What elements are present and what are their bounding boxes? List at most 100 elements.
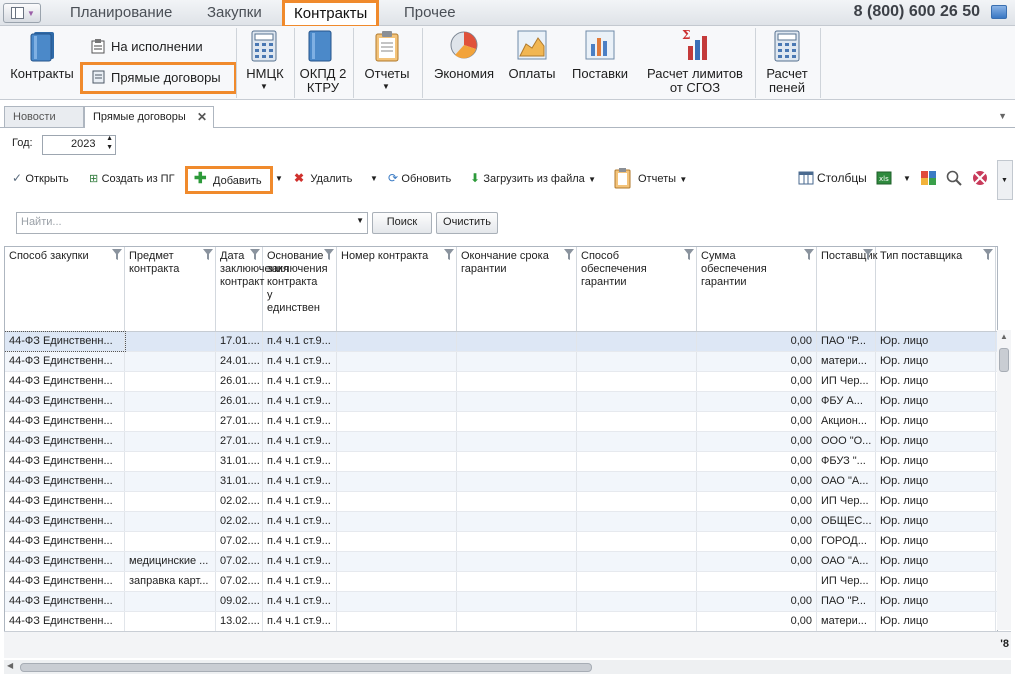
table-row[interactable]: 44-ФЗ Единственн... медицинские ... 07.02.… xyxy=(5,552,997,572)
column-header[interactable]: Поставщик xyxy=(817,247,877,331)
horizontal-scrollbar[interactable]: ◀ xyxy=(4,660,1011,674)
column-header[interactable]: Окончание срока гарантии xyxy=(457,247,577,331)
column-header[interactable]: Номер контракта xyxy=(337,247,457,331)
table-cell xyxy=(125,592,216,611)
ribbon-contracts-button[interactable]: Контракты xyxy=(6,67,78,81)
table-row[interactable]: 44-ФЗ Единственн... 31.01.... п.4 ч.1 ст.9… xyxy=(5,452,997,472)
table-row[interactable]: 44-ФЗ Единственн... 27.01.... п.4 ч.1 ст.9… xyxy=(5,432,997,452)
table-row[interactable]: 44-ФЗ Единственн... 09.02.... п.4 ч.1 ст.9… xyxy=(5,592,997,612)
ribbon-nmck-button[interactable]: НМЦК xyxy=(240,67,290,81)
close-icon[interactable]: ✕ xyxy=(197,107,207,127)
table-row[interactable]: 44-ФЗ Единственн... 31.01.... п.4 ч.1 ст.9… xyxy=(5,472,997,492)
search-input[interactable]: Найти... ▼ xyxy=(16,212,368,234)
table-row[interactable]: 44-ФЗ Единственн... 17.01.... п.4 ч.1 ст.9… xyxy=(5,331,997,352)
menu-tab-planning[interactable]: Планирование xyxy=(70,3,172,23)
ribbon-penalty-button[interactable]: Расчет пеней xyxy=(758,67,816,95)
add-dropdown-icon[interactable]: ▼ xyxy=(275,174,283,183)
search-icon[interactable] xyxy=(946,170,962,186)
delete-button[interactable]: ✖ Удалить xyxy=(294,171,364,187)
filter-funnel-icon[interactable] xyxy=(112,249,122,260)
search-button[interactable]: Поиск xyxy=(372,212,432,234)
menu-tab-other[interactable]: Прочее xyxy=(404,3,456,23)
clear-filter-icon[interactable] xyxy=(972,170,988,186)
color-grid-icon[interactable] xyxy=(921,171,936,185)
filter-funnel-icon[interactable] xyxy=(684,249,694,260)
table-cell xyxy=(337,492,457,511)
ribbon-payments-button[interactable]: Оплаты xyxy=(503,67,561,81)
collapse-icon[interactable] xyxy=(991,5,1007,19)
menu-tab-purchases[interactable]: Закупки xyxy=(207,3,262,23)
clear-button[interactable]: Очистить xyxy=(436,212,498,234)
filter-funnel-icon[interactable] xyxy=(983,249,993,260)
filter-funnel-icon[interactable] xyxy=(324,249,334,260)
ribbon-economy-button[interactable]: Экономия xyxy=(428,67,500,81)
scroll-left-icon[interactable]: ◀ xyxy=(7,661,13,670)
table-cell xyxy=(577,332,697,351)
ribbon-deliveries-button[interactable]: Поставки xyxy=(566,67,634,81)
reports-button[interactable]: Отчеты ▼ xyxy=(638,171,692,187)
table-row[interactable]: 44-ФЗ Единственн... заправка карт... 07.02… xyxy=(5,572,997,592)
column-header[interactable]: Тип поставщика xyxy=(876,247,996,331)
table-cell: 0,00 xyxy=(697,432,817,451)
delete-icon: ✖ xyxy=(294,171,305,185)
filter-funnel-icon[interactable] xyxy=(250,249,260,260)
vertical-scroll-thumb[interactable] xyxy=(999,348,1009,372)
column-header[interactable]: Основание заключения контракта у единств… xyxy=(263,247,337,331)
table-row[interactable]: 44-ФЗ Единственн... 02.02.... п.4 ч.1 ст.9… xyxy=(5,512,997,532)
excel-export-icon[interactable]: xls xyxy=(876,171,892,185)
spin-down-icon[interactable]: ▼ xyxy=(106,144,113,151)
table-row[interactable]: 44-ФЗ Единственн... 07.02.... п.4 ч.1 ст.9… xyxy=(5,532,997,552)
ribbon-okpd-button[interactable]: ОКПД 2 КТРУ xyxy=(295,67,351,95)
tab-direct-contracts[interactable]: Прямые договоры ✕ xyxy=(84,106,214,128)
filter-funnel-icon[interactable] xyxy=(203,249,213,260)
table-cell: Юр. лицо xyxy=(876,472,996,491)
table-cell xyxy=(457,512,577,531)
tabs-dropdown-icon[interactable]: ▼ xyxy=(998,111,1007,121)
load-file-button[interactable]: ⬇ Загрузить из файла ▼ xyxy=(470,171,600,187)
delete-dropdown-icon[interactable]: ▼ xyxy=(370,174,378,183)
add-button[interactable]: ✚ Добавить xyxy=(185,166,273,194)
tab-news[interactable]: Новости xyxy=(4,106,84,127)
column-header[interactable]: Способ обеспечения гарантии xyxy=(577,247,697,331)
ribbon-direct-contracts-button[interactable]: Прямые договоры xyxy=(80,62,237,94)
chevron-down-icon[interactable]: ▼ xyxy=(260,82,268,91)
columns-button[interactable]: Столбцы xyxy=(817,171,867,185)
scroll-up-icon[interactable]: ▲ xyxy=(1000,332,1008,341)
filter-funnel-icon[interactable] xyxy=(444,249,454,260)
column-header-label: Предмет контракта xyxy=(129,250,180,275)
table-row[interactable]: 44-ФЗ Единственн... 13.02.... п.4 ч.1 ст.9… xyxy=(5,612,997,631)
filter-funnel-icon[interactable] xyxy=(804,249,814,260)
table-cell: Юр. лицо xyxy=(876,492,996,511)
chevron-down-icon[interactable]: ▼ xyxy=(382,82,390,91)
app-menu-button[interactable]: ▼ xyxy=(3,3,41,23)
grid-footer: '8 xyxy=(4,631,1011,658)
create-from-pg-button[interactable]: ⊞ Создать из ПГ xyxy=(89,171,185,187)
column-header[interactable]: Су xyxy=(996,247,997,331)
toolbar-overflow-button[interactable]: ▼ xyxy=(997,160,1013,200)
filter-funnel-icon[interactable] xyxy=(564,249,574,260)
filter-funnel-icon[interactable] xyxy=(863,249,873,260)
table-cell xyxy=(457,432,577,451)
table-row[interactable]: 44-ФЗ Единственн... 24.01.... п.4 ч.1 ст.9… xyxy=(5,352,997,372)
year-spinner[interactable]: 2023 ▲ ▼ xyxy=(42,135,116,155)
table-row[interactable]: 44-ФЗ Единственн... 27.01.... п.4 ч.1 ст.9… xyxy=(5,412,997,432)
menu-tab-contracts[interactable]: Контракты xyxy=(282,0,380,28)
ribbon-reports-button[interactable]: Отчеты xyxy=(357,67,417,81)
table-row[interactable]: 44-ФЗ Единственн... 02.02.... п.4 ч.1 ст.9… xyxy=(5,492,997,512)
vertical-scrollbar[interactable]: ▲ xyxy=(997,330,1011,630)
column-header[interactable]: Сумма обеспечения гарантии xyxy=(697,247,817,331)
column-header[interactable]: Способ закупки xyxy=(5,247,125,331)
search-dropdown-icon[interactable]: ▼ xyxy=(356,216,364,225)
spin-up-icon[interactable]: ▲ xyxy=(106,135,113,142)
ribbon-limits-button[interactable]: Расчет лимитов от СГОЗ xyxy=(640,67,750,95)
ribbon-in-progress-button[interactable]: На исполнении xyxy=(111,39,203,54)
bar-chart-icon xyxy=(585,30,615,60)
table-row[interactable]: 44-ФЗ Единственн... 26.01.... п.4 ч.1 ст.9… xyxy=(5,392,997,412)
horizontal-scroll-thumb[interactable] xyxy=(20,663,592,672)
table-row[interactable]: 44-ФЗ Единственн... 26.01.... п.4 ч.1 ст.9… xyxy=(5,372,997,392)
open-button[interactable]: ✓ Открыть xyxy=(12,171,92,187)
export-dropdown-icon[interactable]: ▼ xyxy=(903,174,911,183)
column-header[interactable]: Предмет контракта xyxy=(125,247,216,331)
column-header[interactable]: Дата заклюючения контракт xyxy=(216,247,289,331)
refresh-button[interactable]: ⟳ Обновить xyxy=(388,171,460,187)
